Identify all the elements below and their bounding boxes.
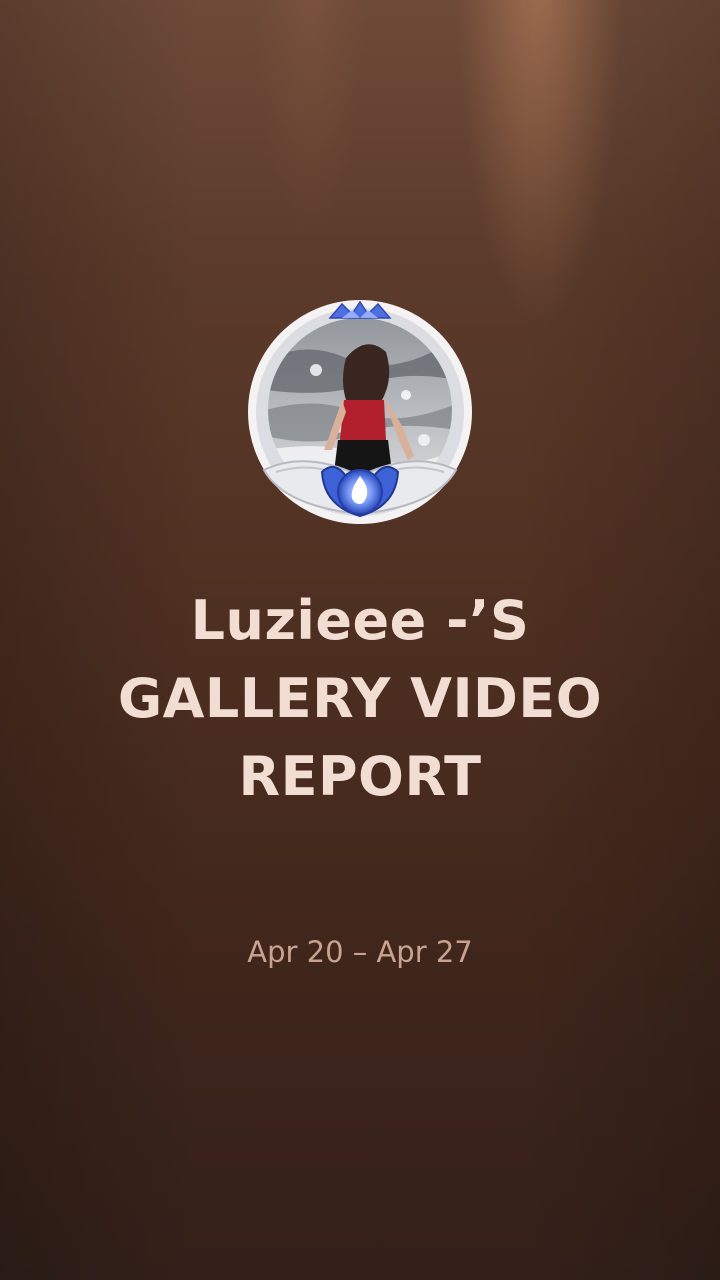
report-title-line-3: REPORT <box>238 745 482 808</box>
report-screen: Luzieee -’S GALLERY VIDEO REPORT Apr 20 … <box>0 0 720 1280</box>
report-date-range: Apr 20 – Apr 27 <box>247 935 473 969</box>
avatar-frame-graphic <box>248 300 472 524</box>
report-title-line-2: GALLERY VIDEO <box>117 667 603 730</box>
report-title-username: Luzieee -’S <box>190 589 530 652</box>
profile-avatar <box>246 300 474 528</box>
